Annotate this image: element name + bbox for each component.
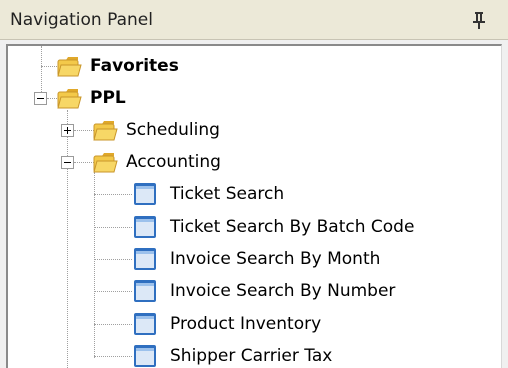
expand-toggle-scheduling[interactable]	[61, 124, 74, 137]
tree-node-label: Scheduling	[126, 120, 220, 140]
tree-leaf-invoice-search-by-number[interactable]: Invoice Search By Number	[132, 275, 395, 307]
plus-icon	[64, 127, 71, 134]
folder-icon	[93, 153, 118, 173]
tree-leaf-ticket-search[interactable]: Ticket Search	[132, 178, 284, 210]
page-icon	[134, 280, 156, 302]
pin-icon[interactable]	[470, 10, 488, 30]
minus-icon	[37, 98, 44, 99]
minus-icon	[64, 162, 71, 163]
page-icon	[134, 313, 156, 335]
page-icon	[134, 345, 156, 367]
tree-node-label: Invoice Search By Number	[170, 281, 396, 301]
navigation-tree: Favorites PPL Scheduling Accounting Tick…	[6, 44, 502, 368]
tree-leaf-product-inventory[interactable]: Product Inventory	[132, 308, 321, 340]
tree-line	[41, 46, 43, 98]
tree-leaf-shipper-carrier-tax[interactable]: Shipper Carrier Tax	[132, 340, 332, 368]
folder-icon	[57, 57, 82, 77]
tree-line	[67, 110, 69, 368]
collapse-toggle-accounting[interactable]	[61, 156, 74, 169]
tree-line	[94, 172, 96, 358]
tree-node-ppl[interactable]: PPL	[56, 82, 126, 114]
tree-node-label: Favorites	[90, 56, 179, 76]
tree-line	[94, 259, 132, 261]
tree-node-label: Product Inventory	[170, 314, 322, 334]
tree-line	[74, 130, 94, 132]
tree-node-label: PPL	[90, 88, 126, 108]
tree-line	[94, 324, 132, 326]
tree-leaf-invoice-search-by-month[interactable]: Invoice Search By Month	[132, 243, 380, 275]
page-icon	[134, 216, 156, 238]
tree-node-label: Ticket Search By Batch Code	[170, 217, 415, 237]
folder-icon	[57, 89, 82, 109]
panel-header: Navigation Panel	[0, 0, 508, 40]
tree-leaf-ticket-search-by-batch-code[interactable]: Ticket Search By Batch Code	[132, 211, 414, 243]
collapse-toggle-ppl[interactable]	[34, 92, 47, 105]
tree-line	[74, 162, 94, 164]
tree-node-label: Shipper Carrier Tax	[170, 346, 333, 366]
tree-node-label: Ticket Search	[170, 184, 285, 204]
tree-node-label: Invoice Search By Month	[170, 249, 381, 269]
page-icon	[134, 183, 156, 205]
tree-node-scheduling[interactable]: Scheduling	[92, 114, 220, 146]
tree-node-favorites[interactable]: Favorites	[56, 50, 179, 82]
tree-node-accounting[interactable]: Accounting	[92, 146, 221, 178]
tree-line	[94, 356, 132, 358]
page-icon	[134, 248, 156, 270]
tree-node-label: Accounting	[126, 152, 221, 172]
tree-line	[94, 291, 132, 293]
tree-line	[94, 227, 132, 229]
panel-title: Navigation Panel	[10, 10, 153, 30]
tree-line	[94, 194, 132, 196]
folder-icon	[93, 121, 118, 141]
